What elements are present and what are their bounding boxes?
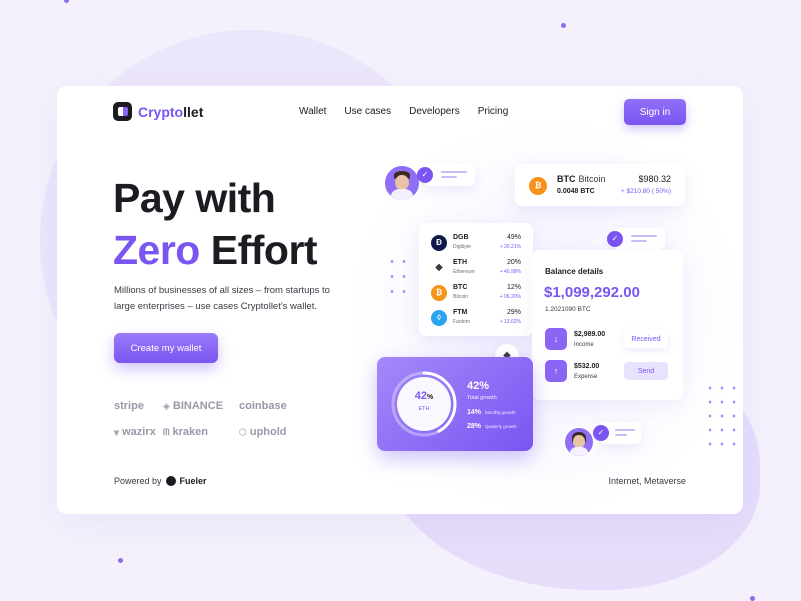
list-item[interactable]: ◆ ETH Ethereum 20% + 40.99%: [419, 256, 533, 280]
partner-kraken: ᗰ kraken: [163, 426, 208, 438]
logo-mark-icon: [113, 102, 132, 121]
main-nav: Wallet Use cases Developers Pricing: [299, 106, 508, 117]
partner-stripe: stripe: [114, 400, 144, 412]
brand-logo[interactable]: Cryptollet: [113, 102, 203, 121]
wazirx-icon: ⩔: [114, 426, 120, 437]
hero-title-rest: Effort: [199, 227, 318, 273]
balance-title: Balance details: [545, 267, 604, 276]
quarterly-growth: 28% Quaterly growth: [467, 423, 517, 430]
check-icon: ✓: [417, 167, 433, 183]
decor-dot: [561, 23, 566, 28]
balance-btc: 1.2021090 BTC: [545, 306, 591, 313]
powered-by: Powered by Fueler: [114, 476, 207, 486]
ring-value: 42%: [414, 390, 434, 402]
hero-description: Millions of businesses of all sizes – fr…: [114, 285, 330, 312]
ring-symbol: ETH: [418, 406, 430, 412]
partner-uphold: ⬡ uphold: [239, 426, 287, 438]
btc-price: $980.32: [638, 174, 671, 184]
total-growth-label: Total growth: [467, 395, 497, 401]
partner-wazirx: ⩔ wazirx: [114, 426, 156, 438]
user-avatar-man: [383, 164, 421, 202]
nav-item-use-cases[interactable]: Use cases: [344, 106, 391, 117]
bitcoin-icon: ₿: [529, 177, 547, 195]
partner-binance: ◈ BINANCE: [163, 400, 224, 412]
digibyte-icon: Ð: [431, 235, 447, 251]
coin-list: Ð DGB Digibyte 49% + 20.21% ◆ ETH Ethere…: [419, 223, 533, 336]
notification-bubble: ✓: [593, 422, 641, 444]
notification-bubble: ✓: [607, 228, 665, 250]
nav-item-wallet[interactable]: Wallet: [299, 106, 326, 117]
hero-title: Pay with Zero Effort: [113, 172, 318, 276]
ethereum-icon: ◆: [431, 260, 447, 276]
bitcoin-icon: ₿: [431, 285, 447, 301]
kraken-icon: ᗰ: [163, 426, 170, 437]
decor-dot: [118, 558, 123, 563]
hero-card: Cryptollet Wallet Use cases Developers P…: [57, 86, 743, 514]
send-button[interactable]: Send: [624, 362, 668, 380]
growth-card: 42% ETH 42% Total growth 14% Monthly grow…: [377, 357, 533, 451]
received-button[interactable]: Received: [624, 330, 668, 348]
fueler-icon: [165, 476, 176, 486]
user-avatar-woman: [563, 426, 595, 458]
hero-title-line1: Pay with: [113, 175, 276, 221]
btc-change: + $210.80 ( 50%): [620, 188, 671, 195]
growth-ring: [391, 371, 457, 437]
list-item[interactable]: ◊ FTM Fantom 29% + 13.02%: [419, 306, 533, 330]
balance-value: $1,099,292.00: [544, 284, 640, 301]
balance-details-card: Balance details $1,099,292.00 1.2021090 …: [532, 250, 683, 400]
dot-grid-left: [386, 254, 406, 299]
arrow-down-icon: ↓: [545, 328, 567, 350]
list-item[interactable]: Ð DGB Digibyte 49% + 20.21%: [419, 231, 533, 255]
notification-bubble: ✓: [417, 164, 475, 186]
binance-icon: ◈: [163, 400, 170, 411]
hero-title-accent: Zero: [113, 227, 200, 273]
income-amount: $2,989.00: [574, 331, 606, 338]
decor-dot: [64, 0, 69, 3]
partner-coinbase: coinbase: [239, 400, 287, 412]
check-icon: ✓: [607, 231, 623, 247]
monthly-growth: 14% Monthly growth: [467, 409, 516, 416]
brand-name: Cryptollet: [138, 103, 204, 120]
btc-amount: 0.0048 BTC: [557, 188, 595, 195]
list-item[interactable]: ₿ BTC Bitcoin 12% + 06.20%: [419, 281, 533, 305]
powered-brand[interactable]: Fueler: [180, 476, 207, 486]
total-growth-value: 42%: [467, 380, 490, 392]
btc-symbol: BTC Bitcoin: [557, 174, 606, 184]
fantom-icon: ◊: [431, 310, 447, 326]
check-icon: ✓: [593, 425, 609, 441]
uphold-icon: ⬡: [239, 426, 247, 437]
income-label: Income: [574, 342, 594, 348]
partner-logos: stripe ◈ BINANCE coinbase ⩔ wazirx ᗰ kraken…: [114, 400, 314, 438]
sign-in-button[interactable]: Sign in: [624, 99, 686, 125]
dot-grid-right: [704, 381, 740, 447]
nav-item-pricing[interactable]: Pricing: [478, 106, 509, 117]
nav-item-developers[interactable]: Developers: [409, 106, 460, 117]
powered-label: Powered by: [114, 476, 162, 486]
create-wallet-button[interactable]: Create my wallet: [114, 333, 218, 363]
arrow-up-icon: ↑: [545, 360, 567, 382]
expense-label: Expense: [574, 374, 598, 380]
expense-amount: $532.00: [574, 363, 600, 370]
decor-dot: [750, 596, 755, 601]
category-tags: Internet, Metaverse: [608, 476, 686, 486]
btc-price-card[interactable]: ₿ BTC Bitcoin 0.0048 BTC $980.32 + $210.8…: [515, 164, 685, 206]
